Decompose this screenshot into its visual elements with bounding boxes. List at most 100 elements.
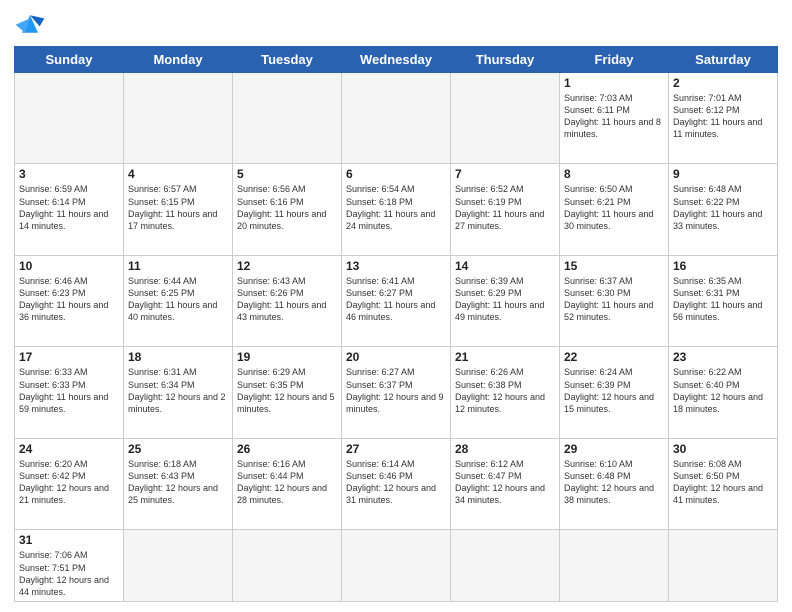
calendar-cell: 31Sunrise: 7:06 AM Sunset: 7:51 PM Dayli… bbox=[15, 530, 124, 602]
day-info: Sunrise: 6:33 AM Sunset: 6:33 PM Dayligh… bbox=[19, 366, 119, 415]
day-number: 13 bbox=[346, 259, 446, 273]
day-info: Sunrise: 6:54 AM Sunset: 6:18 PM Dayligh… bbox=[346, 183, 446, 232]
day-header-thursday: Thursday bbox=[451, 47, 560, 73]
calendar-cell: 2Sunrise: 7:01 AM Sunset: 6:12 PM Daylig… bbox=[669, 73, 778, 164]
calendar-cell: 26Sunrise: 6:16 AM Sunset: 6:44 PM Dayli… bbox=[233, 438, 342, 530]
day-number: 29 bbox=[564, 442, 664, 456]
day-number: 1 bbox=[564, 76, 664, 90]
calendar-cell bbox=[233, 530, 342, 602]
day-info: Sunrise: 6:43 AM Sunset: 6:26 PM Dayligh… bbox=[237, 275, 337, 324]
logo bbox=[14, 10, 50, 38]
day-info: Sunrise: 6:37 AM Sunset: 6:30 PM Dayligh… bbox=[564, 275, 664, 324]
calendar-cell: 10 Sunrise: 6:46 AM Sunset: 6:23 PM Dayli… bbox=[15, 255, 124, 346]
day-info: Sunrise: 7:01 AM Sunset: 6:12 PM Dayligh… bbox=[673, 92, 773, 141]
day-info: Sunrise: 6:39 AM Sunset: 6:29 PM Dayligh… bbox=[455, 275, 555, 324]
generalblue-logo-icon bbox=[14, 10, 46, 38]
day-number: 17 bbox=[19, 350, 119, 364]
week-row-6: 31Sunrise: 7:06 AM Sunset: 7:51 PM Dayli… bbox=[15, 530, 778, 602]
day-number: 3 bbox=[19, 167, 119, 181]
day-info: Sunrise: 6:57 AM Sunset: 6:15 PM Dayligh… bbox=[128, 183, 228, 232]
calendar-cell: 21 Sunrise: 6:26 AM Sunset: 6:38 PM Dayli… bbox=[451, 347, 560, 438]
calendar-cell bbox=[233, 73, 342, 164]
calendar-cell: 20Sunrise: 6:27 AM Sunset: 6:37 PM Dayli… bbox=[342, 347, 451, 438]
day-number: 9 bbox=[673, 167, 773, 181]
calendar-table: SundayMondayTuesdayWednesdayThursdayFrid… bbox=[14, 46, 778, 602]
day-info: Sunrise: 6:48 AM Sunset: 6:22 PM Dayligh… bbox=[673, 183, 773, 232]
day-info: Sunrise: 6:22 AM Sunset: 6:40 PM Dayligh… bbox=[673, 366, 773, 415]
day-info: Sunrise: 6:44 AM Sunset: 6:25 PM Dayligh… bbox=[128, 275, 228, 324]
day-info: Sunrise: 6:18 AM Sunset: 6:43 PM Dayligh… bbox=[128, 458, 228, 507]
day-info: Sunrise: 7:06 AM Sunset: 7:51 PM Dayligh… bbox=[19, 549, 119, 598]
calendar-cell: 17 Sunrise: 6:33 AM Sunset: 6:33 PM Dayli… bbox=[15, 347, 124, 438]
calendar-cell: 11 Sunrise: 6:44 AM Sunset: 6:25 PM Dayli… bbox=[124, 255, 233, 346]
day-number: 6 bbox=[346, 167, 446, 181]
day-number: 18 bbox=[128, 350, 228, 364]
day-number: 25 bbox=[128, 442, 228, 456]
calendar-cell: 1Sunrise: 7:03 AM Sunset: 6:11 PM Daylig… bbox=[560, 73, 669, 164]
page: SundayMondayTuesdayWednesdayThursdayFrid… bbox=[0, 0, 792, 612]
calendar-cell bbox=[669, 530, 778, 602]
day-info: Sunrise: 6:12 AM Sunset: 6:47 PM Dayligh… bbox=[455, 458, 555, 507]
day-number: 15 bbox=[564, 259, 664, 273]
calendar-cell: 7 Sunrise: 6:52 AM Sunset: 6:19 PM Daylig… bbox=[451, 164, 560, 255]
day-number: 23 bbox=[673, 350, 773, 364]
day-info: Sunrise: 6:08 AM Sunset: 6:50 PM Dayligh… bbox=[673, 458, 773, 507]
calendar-cell: 18 Sunrise: 6:31 AM Sunset: 6:34 PM Dayli… bbox=[124, 347, 233, 438]
calendar-cell: 16Sunrise: 6:35 AM Sunset: 6:31 PM Dayli… bbox=[669, 255, 778, 346]
day-number: 30 bbox=[673, 442, 773, 456]
calendar-body: 1Sunrise: 7:03 AM Sunset: 6:11 PM Daylig… bbox=[15, 73, 778, 602]
day-info: Sunrise: 6:46 AM Sunset: 6:23 PM Dayligh… bbox=[19, 275, 119, 324]
calendar-header: SundayMondayTuesdayWednesdayThursdayFrid… bbox=[15, 47, 778, 73]
week-row-1: 1Sunrise: 7:03 AM Sunset: 6:11 PM Daylig… bbox=[15, 73, 778, 164]
calendar-cell: 5 Sunrise: 6:56 AM Sunset: 6:16 PM Daylig… bbox=[233, 164, 342, 255]
calendar-cell bbox=[342, 73, 451, 164]
calendar-cell: 3 Sunrise: 6:59 AM Sunset: 6:14 PM Daylig… bbox=[15, 164, 124, 255]
calendar-cell bbox=[15, 73, 124, 164]
day-number: 5 bbox=[237, 167, 337, 181]
day-header-friday: Friday bbox=[560, 47, 669, 73]
calendar-cell: 22Sunrise: 6:24 AM Sunset: 6:39 PM Dayli… bbox=[560, 347, 669, 438]
calendar-cell: 15 Sunrise: 6:37 AM Sunset: 6:30 PM Dayli… bbox=[560, 255, 669, 346]
week-row-2: 3 Sunrise: 6:59 AM Sunset: 6:14 PM Daylig… bbox=[15, 164, 778, 255]
day-info: Sunrise: 6:16 AM Sunset: 6:44 PM Dayligh… bbox=[237, 458, 337, 507]
day-header-tuesday: Tuesday bbox=[233, 47, 342, 73]
day-info: Sunrise: 6:50 AM Sunset: 6:21 PM Dayligh… bbox=[564, 183, 664, 232]
day-info: Sunrise: 6:59 AM Sunset: 6:14 PM Dayligh… bbox=[19, 183, 119, 232]
day-number: 8 bbox=[564, 167, 664, 181]
day-number: 21 bbox=[455, 350, 555, 364]
day-number: 11 bbox=[128, 259, 228, 273]
day-number: 10 bbox=[19, 259, 119, 273]
day-info: Sunrise: 6:52 AM Sunset: 6:19 PM Dayligh… bbox=[455, 183, 555, 232]
calendar-cell: 14 Sunrise: 6:39 AM Sunset: 6:29 PM Dayli… bbox=[451, 255, 560, 346]
day-number: 12 bbox=[237, 259, 337, 273]
calendar-cell: 23 Sunrise: 6:22 AM Sunset: 6:40 PM Dayli… bbox=[669, 347, 778, 438]
day-number: 27 bbox=[346, 442, 446, 456]
calendar-cell bbox=[124, 530, 233, 602]
calendar-cell: 24Sunrise: 6:20 AM Sunset: 6:42 PM Dayli… bbox=[15, 438, 124, 530]
calendar-cell: 27 Sunrise: 6:14 AM Sunset: 6:46 PM Dayli… bbox=[342, 438, 451, 530]
day-info: Sunrise: 6:56 AM Sunset: 6:16 PM Dayligh… bbox=[237, 183, 337, 232]
day-info: Sunrise: 6:31 AM Sunset: 6:34 PM Dayligh… bbox=[128, 366, 228, 415]
calendar-cell: 29 Sunrise: 6:10 AM Sunset: 6:48 PM Dayli… bbox=[560, 438, 669, 530]
day-header-monday: Monday bbox=[124, 47, 233, 73]
day-header-wednesday: Wednesday bbox=[342, 47, 451, 73]
day-number: 7 bbox=[455, 167, 555, 181]
day-number: 14 bbox=[455, 259, 555, 273]
day-info: Sunrise: 6:14 AM Sunset: 6:46 PM Dayligh… bbox=[346, 458, 446, 507]
calendar-cell bbox=[342, 530, 451, 602]
calendar-cell bbox=[124, 73, 233, 164]
day-info: Sunrise: 6:26 AM Sunset: 6:38 PM Dayligh… bbox=[455, 366, 555, 415]
day-header-sunday: Sunday bbox=[15, 47, 124, 73]
day-info: Sunrise: 6:24 AM Sunset: 6:39 PM Dayligh… bbox=[564, 366, 664, 415]
week-row-4: 17 Sunrise: 6:33 AM Sunset: 6:33 PM Dayli… bbox=[15, 347, 778, 438]
day-info: Sunrise: 6:41 AM Sunset: 6:27 PM Dayligh… bbox=[346, 275, 446, 324]
day-info: Sunrise: 6:20 AM Sunset: 6:42 PM Dayligh… bbox=[19, 458, 119, 507]
day-info: Sunrise: 6:10 AM Sunset: 6:48 PM Dayligh… bbox=[564, 458, 664, 507]
calendar-cell: 19 Sunrise: 6:29 AM Sunset: 6:35 PM Dayli… bbox=[233, 347, 342, 438]
day-number: 4 bbox=[128, 167, 228, 181]
calendar-cell: 28Sunrise: 6:12 AM Sunset: 6:47 PM Dayli… bbox=[451, 438, 560, 530]
day-info: Sunrise: 6:29 AM Sunset: 6:35 PM Dayligh… bbox=[237, 366, 337, 415]
calendar-cell: 8 Sunrise: 6:50 AM Sunset: 6:21 PM Daylig… bbox=[560, 164, 669, 255]
day-number: 19 bbox=[237, 350, 337, 364]
day-info: Sunrise: 6:35 AM Sunset: 6:31 PM Dayligh… bbox=[673, 275, 773, 324]
